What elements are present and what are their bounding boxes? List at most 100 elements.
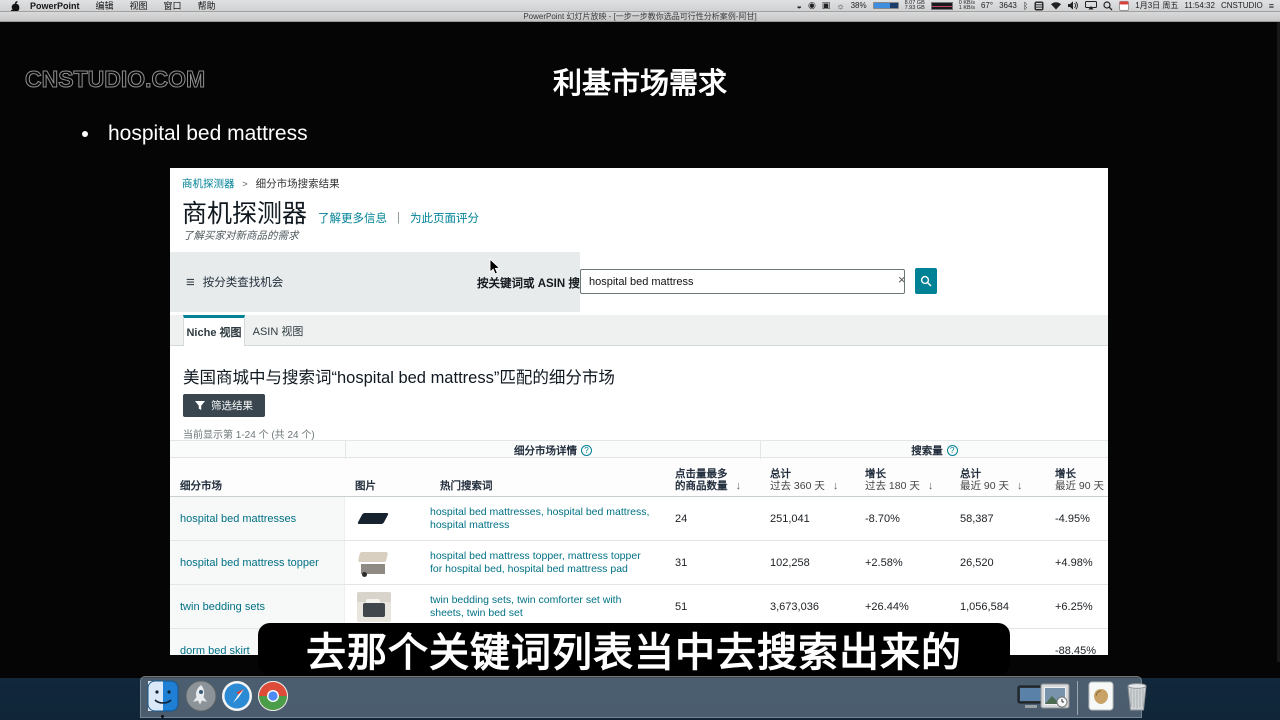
slide-bullet-item: hospital bed mattress [82,122,308,146]
breadcrumb-separator-icon: > [242,179,247,189]
memory-stats[interactable]: 8.07 GB 7.93 GB [905,1,925,10]
cpu-percentage[interactable]: 38% [851,1,867,10]
column-header-growth-90[interactable]: 增长最近 90 天 [1045,458,1108,496]
sort-icon[interactable]: ↓ [1017,480,1023,492]
photos-icon[interactable] [1039,680,1071,712]
group-header-details: 细分市场详情 ? [345,441,760,459]
input-method-icon[interactable] [1034,1,1044,11]
column-header-total-360[interactable]: 总计过去 360 天 ↓ [760,458,855,496]
status-app-icon-4[interactable]: ☼ [836,1,844,11]
learn-more-link[interactable]: 了解更多信息 [318,210,387,226]
info-icon[interactable]: ? [581,445,592,456]
launchpad-icon[interactable] [185,680,217,712]
filter-results-button[interactable]: 筛选结果 [183,394,265,417]
group-header-volume: 搜索量 ? [760,441,1108,459]
status-app-icon-1[interactable]: ◒ [797,1,802,11]
network-speeds[interactable]: 0 KB/s 1 KB/s [959,1,975,10]
apple-menu-icon[interactable] [8,0,22,11]
niche-link[interactable]: hospital bed mattress topper [180,557,319,569]
menu-item-app[interactable]: PowerPoint [22,1,88,11]
menu-item-help[interactable]: 帮助 [190,0,224,12]
product-image [357,592,391,622]
window-title: PowerPoint 幻灯片放映 - [一步一步教你选品可行性分析案例-阿甘] [523,11,756,22]
column-header-growth-180[interactable]: 增长过去 180 天 ↓ [855,458,950,496]
search-input[interactable] [580,269,905,294]
temperature-reading[interactable]: 67° [981,1,993,10]
wifi-icon[interactable] [1050,1,1062,10]
opportunity-explorer-screenshot: 商机探测器 > 细分市场搜索结果 商机探测器 了解更多信息 | 为此页面评分 了… [170,168,1108,655]
menubar-status-area: ◒ ◉ ▣ ☼ 38% 8.07 GB 7.93 GB 0 KB/s 1 KB/… [797,0,1275,11]
airplay-display-icon[interactable] [1085,1,1097,10]
search-button[interactable] [915,268,937,294]
dock-divider [1077,681,1078,715]
page-subtitle: 了解买家对新商品的需求 [183,228,299,243]
info-icon[interactable]: ? [947,445,958,456]
search-label: 按关键词或 ASIN 搜索 [477,275,591,291]
chrome-icon[interactable] [257,680,289,712]
status-app-icon-2[interactable]: ◉ [808,0,816,11]
search-volume-growth-180: -8.70% [855,497,950,540]
memory-free: 7.93 GB [905,6,925,11]
volume-icon[interactable] [1068,1,1079,10]
downloads-icon[interactable] [1085,680,1117,712]
column-header-image: 图片 [345,458,430,496]
link-divider: | [397,212,400,224]
mouse-cursor [489,258,501,276]
column-header-niche: 细分市场 [170,458,345,496]
table-group-header-row: 细分市场详情 ? 搜索量 ? [170,440,1108,458]
magnifier-icon [920,275,932,287]
spotlight-search-icon[interactable] [1103,1,1113,11]
status-app-icon-3[interactable]: ▣ [822,0,831,11]
breadcrumb: 商机探测器 > 细分市场搜索结果 [182,176,340,191]
bullet-text: hospital bed mattress [108,122,308,146]
menubar-date[interactable]: 1月3日 周五 [1135,0,1178,11]
menu-item-edit[interactable]: 编辑 [88,0,122,12]
search-volume-total-90: 26,520 [950,541,1045,584]
menu-item-window[interactable]: 窗口 [156,0,190,12]
hamburger-icon: ≡ [186,274,195,291]
top-clicked-products: 24 [665,497,760,540]
menubar-username[interactable]: CNSTUDIO [1221,1,1263,10]
search-volume-growth-90: -4.95% [1045,497,1108,540]
group-header-volume-label: 搜索量 [911,443,943,458]
cpu-usage-bar [873,2,899,9]
table-header-row: 细分市场 图片 热门搜索词 点击量最多的商品数量 ↓ 总计过去 360 天 ↓ … [170,458,1108,497]
top-search-terms: hospital bed mattress topper, mattress t… [430,541,665,584]
notification-center-icon[interactable]: ≡ [1269,1,1274,11]
niche-link[interactable]: dorm bed skirt [180,645,250,656]
calendar-icon[interactable] [1119,1,1129,11]
search-volume-growth-180: +2.58% [855,541,950,584]
niche-link[interactable]: twin bedding sets [180,601,265,613]
safari-icon[interactable] [221,680,253,712]
clear-search-icon[interactable]: × [898,272,906,287]
fan-rpm[interactable]: 3643 [999,1,1017,10]
tab-niche-view[interactable]: Niche 视图 [183,315,245,346]
top-search-terms: hospital bed mattresses, hospital bed ma… [430,497,665,540]
bluetooth-icon[interactable]: ᛒ [1023,1,1028,11]
search-volume-growth-90: -88.45% [1045,629,1108,655]
sort-icon[interactable]: ↓ [928,480,934,492]
breadcrumb-root-link[interactable]: 商机探测器 [182,178,235,190]
view-tabs: Niche 视图 ASIN 视图 [170,315,1108,346]
table-row[interactable]: hospital bed mattresses hospital bed mat… [170,497,1108,541]
subtitle-text: 去那个关键词列表当中去搜索出来的 [306,620,962,678]
tab-asin-view[interactable]: ASIN 视图 [245,315,311,346]
search-volume-growth-90: +4.98% [1045,541,1108,584]
trash-icon[interactable] [1121,680,1153,712]
sort-icon[interactable]: ↓ [736,480,742,492]
column-header-top-clicked[interactable]: 点击量最多的商品数量 ↓ [665,458,760,496]
niche-link[interactable]: hospital bed mattresses [180,513,296,525]
column-header-total-90[interactable]: 总计最近 90 天 ↓ [950,458,1045,496]
sort-icon[interactable]: ↓ [833,480,839,492]
table-row[interactable]: hospital bed mattress topper hospital be… [170,541,1108,585]
window-title-bar[interactable]: PowerPoint 幻灯片放映 - [一步一步教你选品可行性分析案例-阿甘] [0,12,1280,22]
search-volume-growth-90: +6.25% [1045,585,1108,628]
finder-icon[interactable] [147,680,179,712]
running-indicator [161,715,164,718]
product-image [357,548,391,578]
search-volume-total-90: 58,387 [950,497,1045,540]
page-title-links: 了解更多信息 | 为此页面评分 [318,210,479,226]
menu-item-view[interactable]: 视图 [122,0,156,12]
menubar-clock[interactable]: 11:54:32 [1184,1,1215,10]
rate-page-link[interactable]: 为此页面评分 [410,210,479,226]
